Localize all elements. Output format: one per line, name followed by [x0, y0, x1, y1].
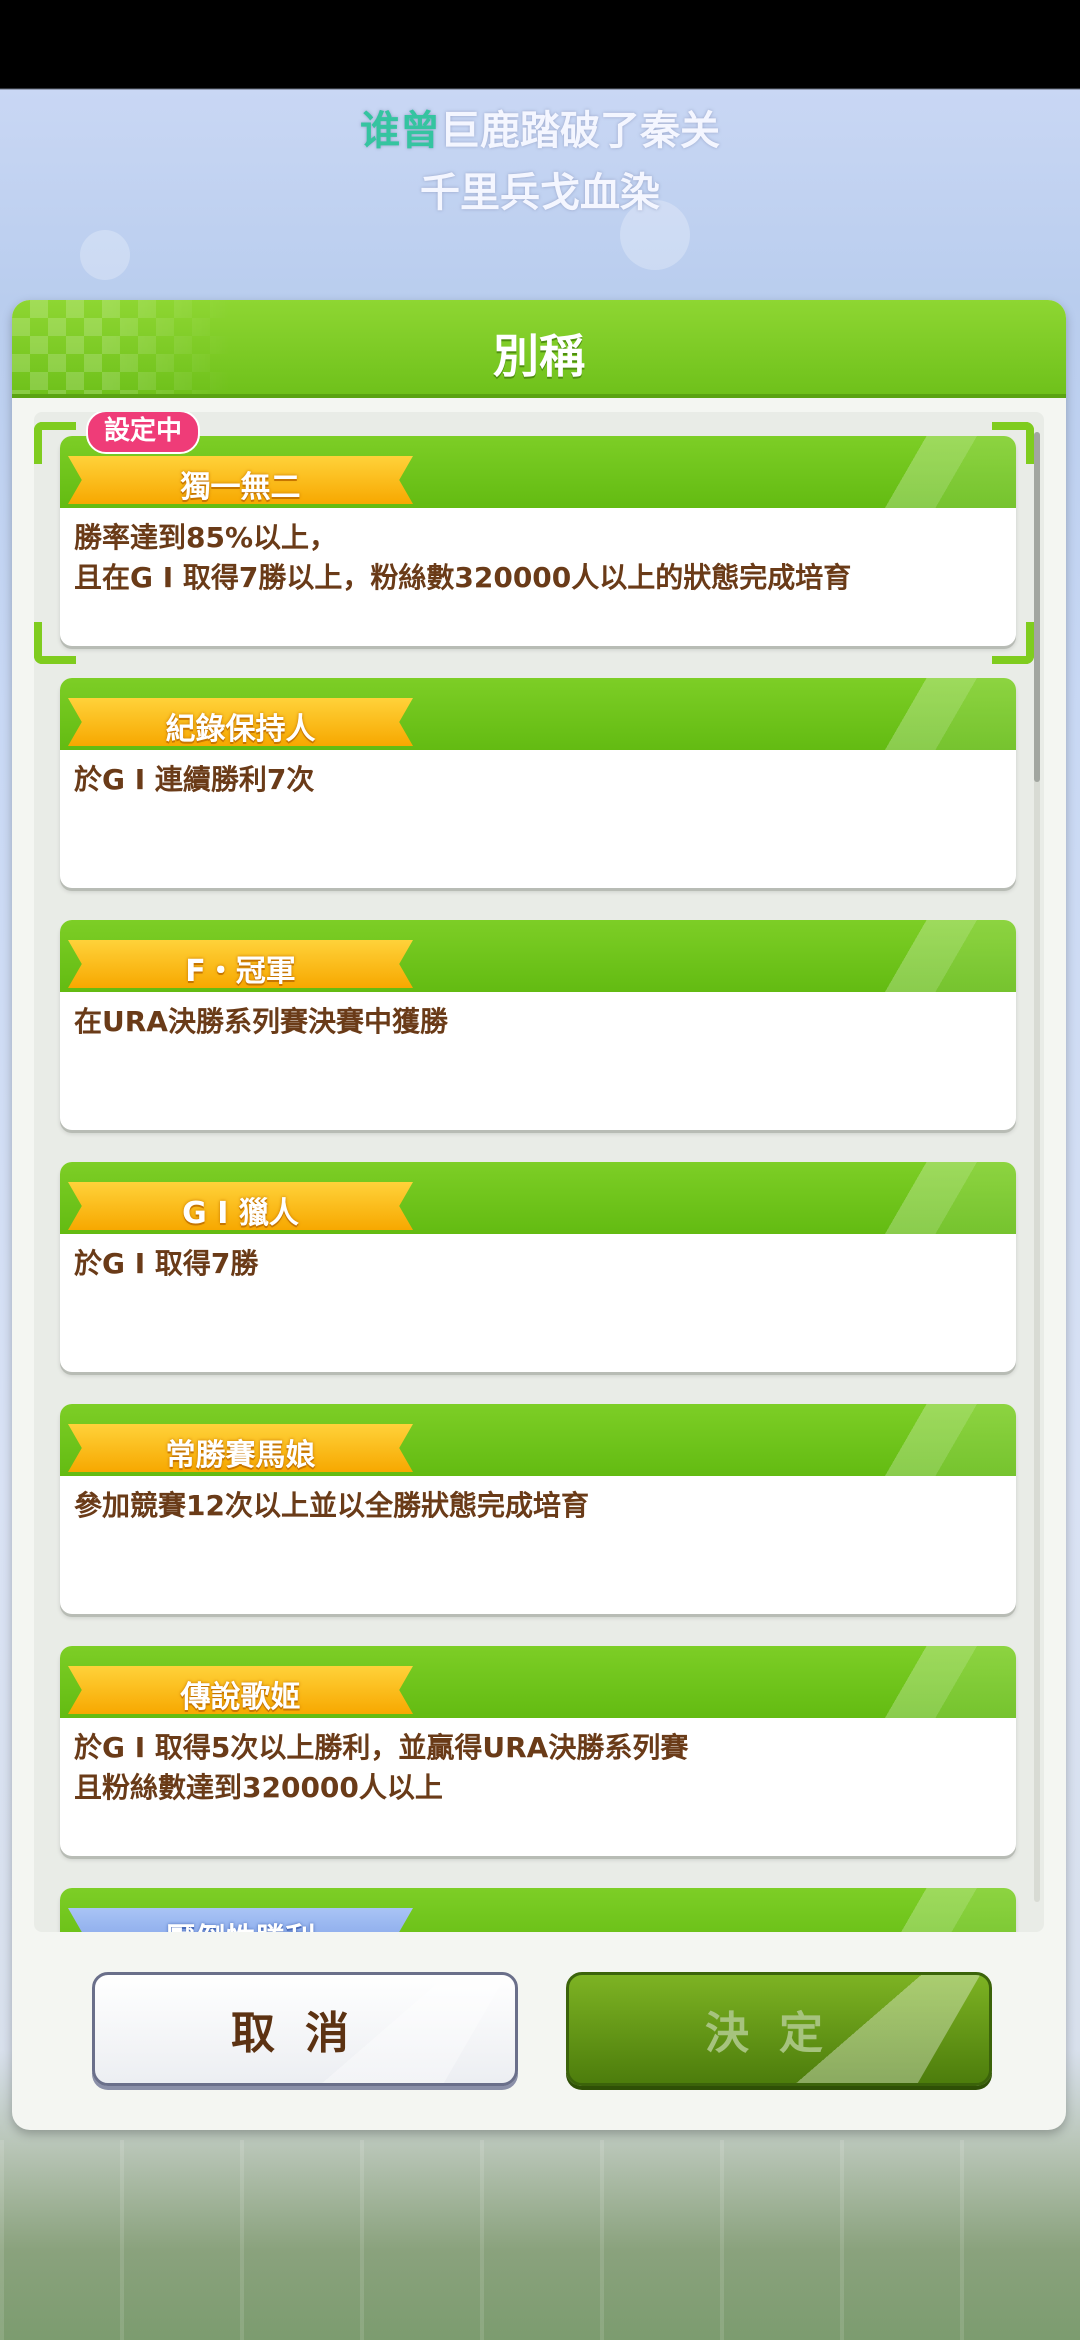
- title-condition: 於G I 取得7勝: [74, 1247, 259, 1280]
- lyric-line-1: 谁曾巨鹿踏破了秦关: [0, 100, 1080, 162]
- title-card[interactable]: G I 獵人 於G I 取得7勝: [60, 1162, 1016, 1372]
- selection-corner: [992, 422, 1034, 464]
- title-card[interactable]: 壓倒性勝利: [60, 1888, 1016, 1932]
- cancel-button[interactable]: 取消: [92, 1972, 518, 2086]
- title-name: 壓倒性勝利: [68, 1914, 413, 1932]
- title-list[interactable]: 設定中 獨一無二 勝率達到85%以上， 且在G I 取得7勝以上，粉絲數3200…: [34, 412, 1044, 1932]
- lyric-rest: 巨鹿踏破了秦关: [440, 108, 720, 154]
- lyric-line-2: 千里兵戈血染: [420, 170, 660, 216]
- title-name: 紀錄保持人: [165, 712, 316, 747]
- title-ribbon: 壓倒性勝利: [68, 1908, 413, 1932]
- title-condition: 勝率達到85%以上， 且在G I 取得7勝以上，粉絲數320000人以上的狀態完…: [74, 521, 852, 594]
- title-ribbon: 常勝賽馬娘: [68, 1424, 413, 1472]
- dialog-title: 別稱: [493, 329, 585, 383]
- title-card[interactable]: 傳說歌姬 於G I 取得5次以上勝利，並贏得URA決勝系列賽 且粉絲數達到320…: [60, 1646, 1016, 1856]
- title-card[interactable]: 獨一無二 勝率達到85%以上， 且在G I 取得7勝以上，粉絲數320000人以…: [60, 436, 1016, 646]
- title-card[interactable]: 紀錄保持人 於G I 連續勝利7次: [60, 678, 1016, 888]
- lyrics-overlay: 谁曾巨鹿踏破了秦关 千里兵戈血染: [0, 100, 1080, 224]
- title-name: 傳說歌姬: [180, 1680, 301, 1715]
- title-ribbon: 傳說歌姬: [68, 1666, 413, 1714]
- selection-corner: [34, 422, 76, 464]
- title-ribbon: 獨一無二: [68, 456, 413, 504]
- title-ribbon: F・冠軍: [68, 940, 413, 988]
- title-condition: 參加競賽12次以上並以全勝狀態完成培育: [74, 1489, 589, 1522]
- title-name: F・冠軍: [185, 954, 296, 989]
- title-card[interactable]: F・冠軍 在URA決勝系列賽決賽中獲勝: [60, 920, 1016, 1130]
- dialog-header: 別稱: [12, 300, 1066, 398]
- title-name: 常勝賽馬娘: [165, 1438, 316, 1473]
- title-select-dialog: 別稱 設定中 獨一無二 勝率達到85%以上， 且在G I 取得7勝以上，粉絲數3…: [12, 300, 1066, 2130]
- background-bokeh: [80, 230, 130, 280]
- title-name: G I 獵人: [182, 1196, 299, 1231]
- selection-corner: [992, 622, 1034, 664]
- title-condition: 在URA決勝系列賽決賽中獲勝: [74, 1005, 448, 1038]
- status-bar: [0, 0, 1080, 88]
- scrollbar-thumb[interactable]: [1034, 432, 1040, 782]
- selection-corner: [34, 622, 76, 664]
- confirm-button[interactable]: 決定: [566, 1972, 992, 2086]
- title-card[interactable]: 常勝賽馬娘 參加競賽12次以上並以全勝狀態完成培育: [60, 1404, 1016, 1614]
- title-condition: 於G I 連續勝利7次: [74, 763, 315, 796]
- current-setting-badge: 設定中: [86, 412, 201, 454]
- title-ribbon: G I 獵人: [68, 1182, 413, 1230]
- title-ribbon: 紀錄保持人: [68, 698, 413, 746]
- background-track: [0, 2140, 1080, 2340]
- scrollbar[interactable]: [1034, 432, 1040, 1902]
- title-name: 獨一無二: [180, 470, 301, 505]
- lyric-highlight: 谁曾: [360, 108, 440, 154]
- title-condition: 於G I 取得5次以上勝利，並贏得URA決勝系列賽 且粉絲數達到320000人以…: [74, 1731, 689, 1804]
